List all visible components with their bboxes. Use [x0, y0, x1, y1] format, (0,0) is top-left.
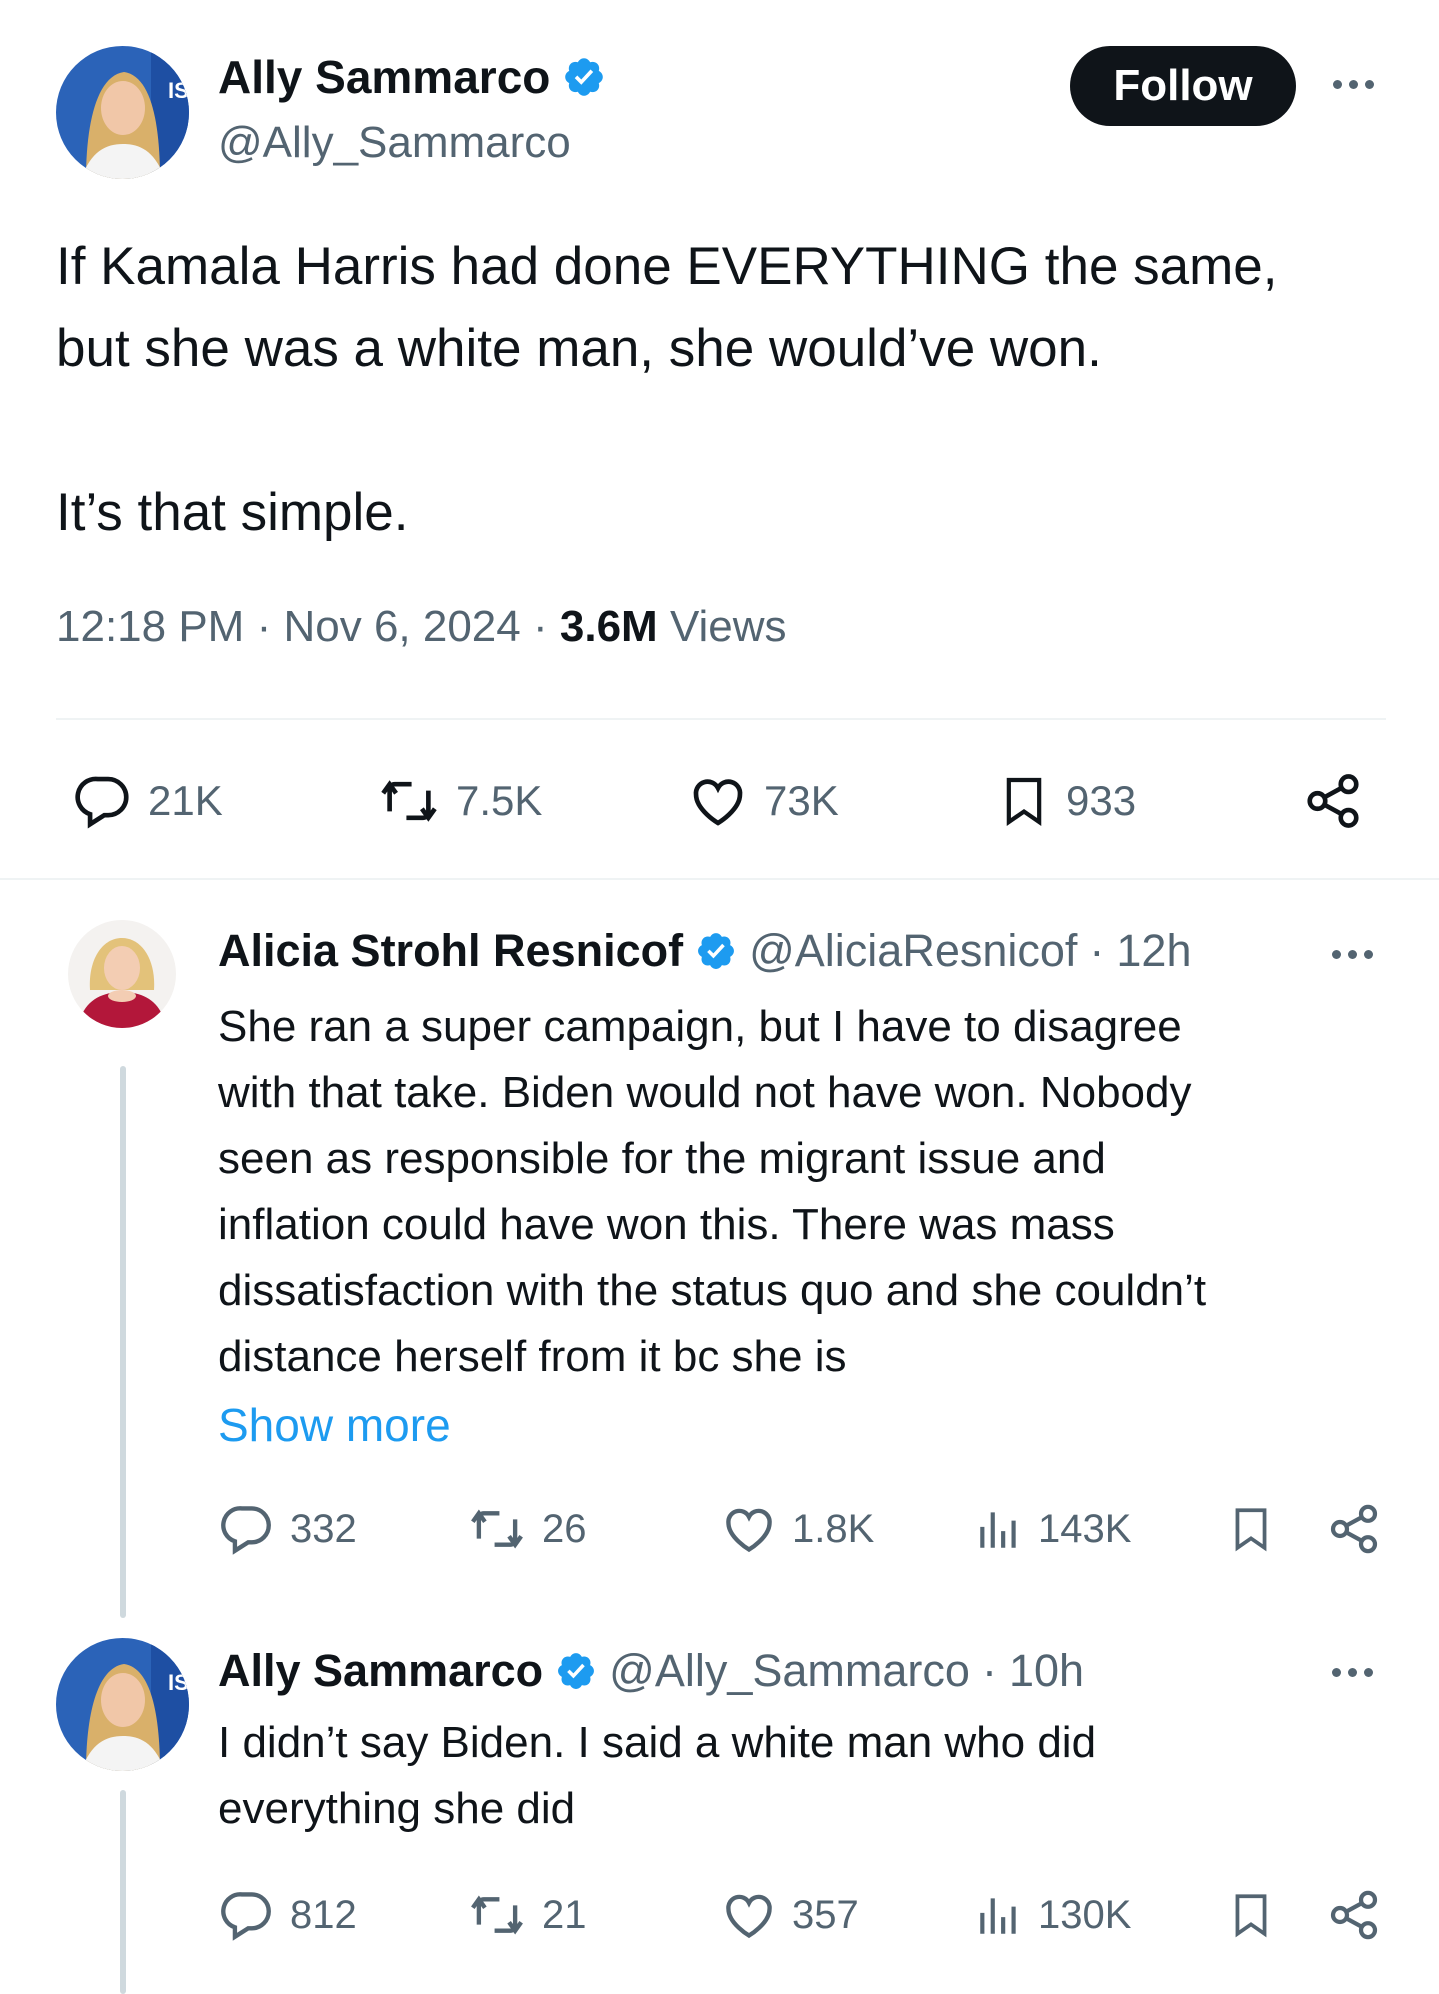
verified-badge-icon: [698, 933, 735, 969]
show-more-link[interactable]: Show more: [218, 1398, 451, 1452]
share-button[interactable]: [1326, 1886, 1382, 1944]
reply-header: Ally Sammarco @Ally_Sammarco · 10h: [218, 1645, 1085, 1697]
like-icon: [726, 1508, 772, 1553]
reply-text: I didn’t say Biden. I said a white man w…: [218, 1718, 1097, 1833]
follow-button[interactable]: Follow: [1070, 46, 1296, 126]
like-icon: [693, 779, 743, 826]
tweet-date[interactable]: Nov 6, 2024: [283, 602, 520, 651]
repost-button[interactable]: 26: [466, 1500, 587, 1558]
repost-icon: [471, 1509, 523, 1549]
views-icon: [980, 1898, 1016, 1934]
bookmark-button[interactable]: [1226, 1886, 1276, 1944]
reply-button[interactable]: 21K: [72, 770, 223, 832]
author-handle[interactable]: @Ally_Sammarco: [218, 118, 571, 168]
more-icon[interactable]: [1332, 1668, 1373, 1677]
like-button[interactable]: 1.8K: [720, 1500, 874, 1558]
author-name-row: Ally Sammarco: [218, 50, 606, 104]
avatar[interactable]: IS: [56, 46, 189, 179]
like-count: 357: [792, 1892, 859, 1937]
divider: [56, 718, 1386, 720]
author-handle[interactable]: @Ally_Sammarco: [609, 1645, 970, 1697]
reply-count: 812: [290, 1892, 357, 1937]
like-count: 73K: [764, 777, 839, 824]
like-count: 1.8K: [792, 1506, 875, 1551]
repost-count: 7.5K: [456, 777, 543, 824]
tweet-text: If Kamala Harris had done EVERYTHING the…: [56, 237, 1278, 542]
views-count: 143K: [1038, 1506, 1132, 1551]
views-icon: [980, 1512, 1016, 1548]
avatar[interactable]: [68, 920, 176, 1028]
reply-count: 332: [290, 1506, 357, 1551]
share-icon: [1307, 774, 1359, 828]
views-label: Views: [669, 602, 787, 651]
share-button[interactable]: [1326, 1500, 1382, 1558]
bookmark-button[interactable]: 933: [996, 768, 1136, 834]
bookmark-count: 933: [1066, 777, 1137, 824]
verified-badge-icon: [558, 1653, 595, 1689]
share-icon: [1330, 1890, 1378, 1940]
bookmark-button[interactable]: [1226, 1500, 1276, 1558]
thread-line: [120, 1790, 126, 1994]
avatar[interactable]: IS: [56, 1638, 189, 1771]
views-count: 3.6M: [559, 602, 658, 651]
avatar-badge-text: IS: [168, 1670, 189, 1695]
reply-icon: [75, 776, 129, 829]
more-icon[interactable]: [1333, 80, 1374, 89]
share-button[interactable]: [1302, 768, 1364, 834]
more-icon[interactable]: [1332, 950, 1373, 959]
avatar-badge-text: IS: [168, 78, 189, 103]
author-name[interactable]: Alicia Strohl Resnicof: [218, 925, 683, 977]
bookmark-icon: [1235, 1508, 1267, 1552]
reply-button[interactable]: 812: [218, 1886, 357, 1944]
author-name[interactable]: Ally Sammarco: [218, 1645, 543, 1697]
like-button[interactable]: 73K: [686, 770, 839, 832]
like-icon: [726, 1894, 772, 1939]
reply-count: 21K: [148, 777, 223, 824]
thread-line: [120, 1066, 126, 1618]
views-button[interactable]: 130K: [974, 1886, 1131, 1944]
tweet-meta: 12:18 PM · Nov 6, 2024 · 3.6M Views: [56, 602, 787, 651]
divider: [0, 878, 1439, 880]
like-button[interactable]: 357: [720, 1886, 859, 1944]
repost-icon: [381, 780, 437, 822]
reply-icon: [221, 1892, 271, 1941]
author-name[interactable]: Ally Sammarco: [218, 50, 550, 104]
reply-icon: [221, 1506, 271, 1555]
bookmark-icon: [1235, 1894, 1267, 1938]
author-handle[interactable]: @AliciaResnicof: [749, 925, 1077, 977]
reply-header: Alicia Strohl Resnicof @AliciaResnicof ·…: [218, 925, 1192, 977]
reply-age[interactable]: 12h: [1116, 925, 1191, 977]
repost-button[interactable]: 21: [466, 1886, 587, 1944]
views-count: 130K: [1038, 1892, 1132, 1937]
share-icon: [1330, 1504, 1378, 1554]
repost-icon: [471, 1895, 523, 1935]
views-button[interactable]: 143K: [974, 1500, 1131, 1558]
bookmark-icon: [1006, 777, 1042, 827]
repost-button[interactable]: 7.5K: [376, 770, 542, 832]
repost-count: 21: [542, 1892, 587, 1937]
reply-text: She ran a super campaign, but I have to …: [218, 1002, 1207, 1381]
verified-badge-icon: [565, 58, 604, 96]
repost-count: 26: [542, 1506, 587, 1551]
tweet-time[interactable]: 12:18 PM: [56, 602, 244, 651]
reply-button[interactable]: 332: [218, 1500, 357, 1558]
reply-age[interactable]: 10h: [1009, 1645, 1084, 1697]
